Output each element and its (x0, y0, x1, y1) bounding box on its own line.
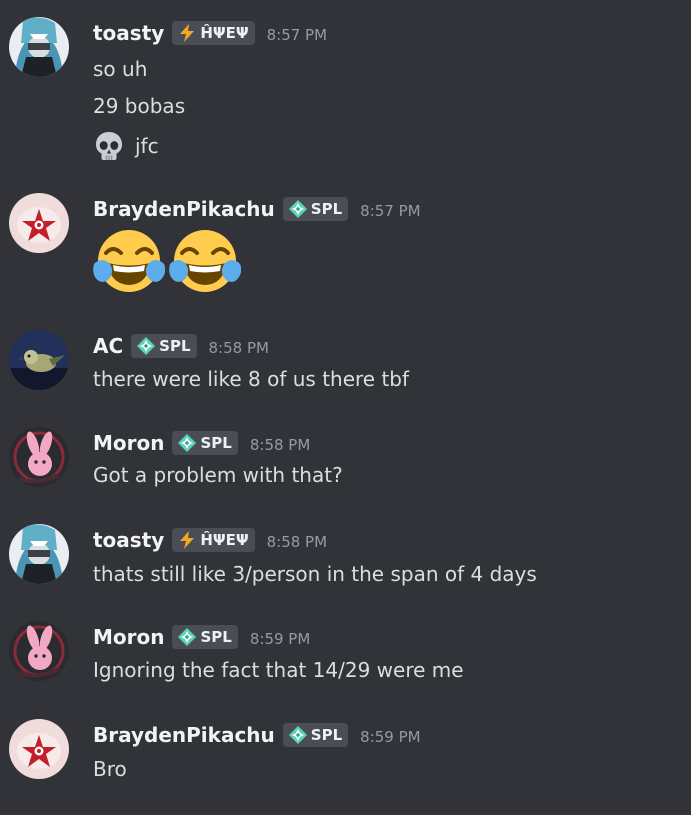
sparkle-diamond-icon (288, 725, 311, 745)
message-content: thats still like 3/person in the span of… (93, 559, 537, 589)
server-tag[interactable]: SPL (131, 334, 197, 358)
message-header: AC SPL 8:58 PM (93, 330, 269, 362)
message: Moron SPL 8:58 PM Got a problem with that? (0, 427, 691, 523)
message-text: thats still like 3/person in the span of… (93, 562, 537, 586)
message-content: Got a problem with that? (93, 460, 343, 490)
message: AC SPL 8:58 PM there were like 8 of us the… (0, 330, 691, 426)
avatar[interactable] (9, 524, 69, 584)
avatar[interactable] (9, 330, 69, 390)
server-tag[interactable]: SPL (282, 723, 349, 747)
message-header: Moron SPL 8:59 PM (93, 621, 310, 653)
message: toasty ĤΨΕΨ 8:57 PM so uh 29 bobas jfc (0, 17, 691, 160)
message-text: Got a problem with that? (93, 463, 343, 487)
server-tag[interactable]: ĤΨΕΨ (172, 528, 255, 552)
joy-emoji (169, 226, 241, 298)
username[interactable]: Moron (93, 625, 164, 649)
message-header: BraydenPikachu SPL 8:57 PM (93, 193, 421, 225)
sparkle-diamond-icon (288, 199, 311, 219)
server-tag[interactable]: SPL (172, 431, 238, 455)
message: BraydenPikachu SPL 8:57 PM (0, 193, 691, 292)
timestamp: 8:59 PM (249, 629, 311, 648)
sparkle-diamond-icon (177, 433, 200, 453)
message-text: there were like 8 of us there tbf (93, 367, 410, 391)
skull-emoji (93, 130, 125, 162)
message-content: so uh (93, 54, 147, 84)
server-tag-label: SPL (200, 434, 232, 452)
server-tag-label: SPL (200, 628, 232, 646)
timestamp: 8:58 PM (208, 338, 269, 357)
lightning-icon (177, 530, 200, 550)
avatar[interactable] (9, 427, 69, 487)
message: BraydenPikachu SPL 8:59 PM Bro (0, 719, 691, 815)
username[interactable]: BraydenPikachu (93, 197, 275, 221)
lightning-icon (177, 23, 200, 43)
message-header: toasty ĤΨΕΨ 8:58 PM (93, 524, 327, 556)
message-text: so uh (93, 57, 148, 81)
message-text: 29 bobas (93, 94, 186, 118)
server-tag-label: SPL (310, 726, 343, 744)
message: toasty ĤΨΕΨ 8:58 PM thats still like 3/pers… (0, 524, 691, 620)
sparkle-diamond-icon (177, 627, 200, 647)
server-tag[interactable]: SPL (282, 197, 349, 221)
server-tag-label: SPL (310, 200, 343, 218)
username[interactable]: Moron (93, 431, 164, 455)
message-header: BraydenPikachu SPL 8:59 PM (93, 719, 421, 751)
server-tag-label: ĤΨΕΨ (200, 24, 249, 42)
server-tag[interactable]: SPL (172, 625, 238, 649)
server-tag-label: ĤΨΕΨ (200, 531, 249, 549)
username[interactable]: toasty (93, 528, 164, 552)
message: Moron SPL 8:59 PM Ignoring the fact that 1… (0, 621, 691, 717)
message-text: Ignoring the fact that 14/29 were me (93, 658, 464, 682)
username[interactable]: AC (93, 334, 123, 358)
server-tag-label: SPL (159, 337, 191, 355)
username[interactable]: BraydenPikachu (93, 723, 275, 747)
message-header: toasty ĤΨΕΨ 8:57 PM (93, 17, 327, 49)
timestamp: 8:59 PM (360, 727, 421, 746)
server-tag[interactable]: ĤΨΕΨ (172, 21, 255, 45)
message-text: jfc (135, 134, 159, 158)
timestamp: 8:57 PM (360, 201, 421, 220)
avatar[interactable] (9, 719, 69, 779)
message-list: toasty ĤΨΕΨ 8:57 PM so uh 29 bobas jfc Brayd… (0, 0, 691, 799)
message-content: 29 bobas (93, 91, 185, 121)
timestamp: 8:58 PM (266, 532, 328, 551)
timestamp: 8:57 PM (266, 25, 328, 44)
message-content: jfc (93, 131, 159, 161)
message-content: Bro (93, 754, 127, 784)
timestamp: 8:58 PM (249, 435, 311, 454)
avatar[interactable] (9, 17, 69, 77)
username[interactable]: toasty (93, 21, 164, 45)
message-header: Moron SPL 8:58 PM (93, 427, 310, 459)
jumbo-emoji-row (93, 226, 245, 298)
avatar[interactable] (9, 621, 69, 681)
joy-emoji (93, 226, 165, 298)
message-text: Bro (93, 757, 127, 781)
message-content: there were like 8 of us there tbf (93, 364, 409, 394)
sparkle-diamond-icon (136, 336, 159, 356)
message-content: Ignoring the fact that 14/29 were me (93, 655, 464, 685)
avatar[interactable] (9, 193, 69, 253)
